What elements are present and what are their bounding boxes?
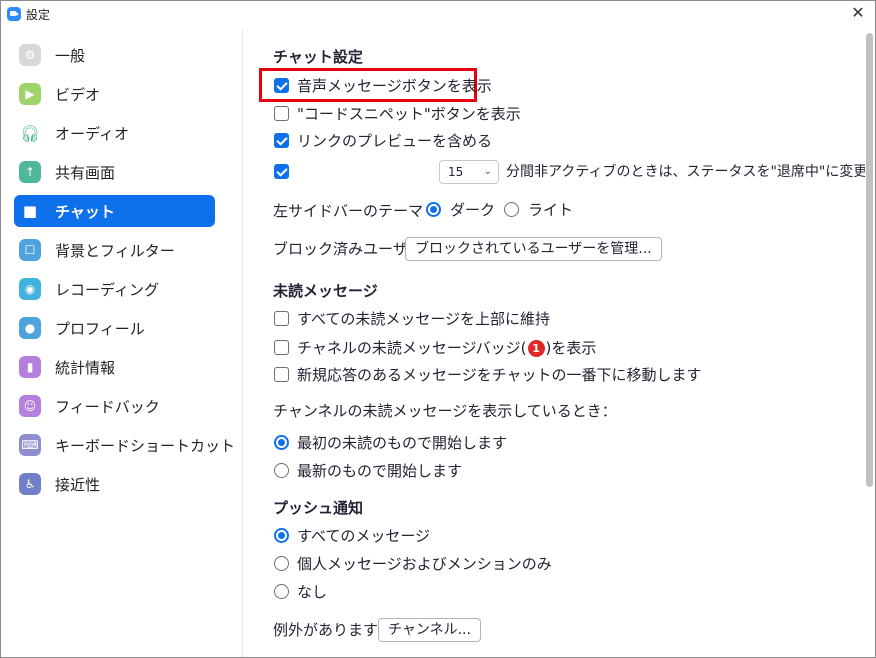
channel-exceptions-button[interactable]: チャンネル... <box>378 618 481 642</box>
manage-blocked-users-button[interactable]: ブロックされているユーザーを管理... <box>405 237 662 261</box>
code-snippet-label: "コードスニペット"ボタンを表示 <box>297 105 521 123</box>
video-camera-icon: ▶ <box>19 83 41 105</box>
sidebar-item-label: 共有画面 <box>55 164 116 182</box>
title-bar: 設定 ✕ <box>1 1 875 28</box>
push-none-radio[interactable] <box>274 584 289 599</box>
sidebar-item-label: 接近性 <box>55 476 101 494</box>
unread-badge-text-before: チャネルの未読メッセージバッジ( <box>297 339 527 357</box>
unread-view-label: チャンネルの未読メッセージを表示しているとき： <box>273 402 617 420</box>
push-private-radio[interactable] <box>274 556 289 571</box>
share-screen-icon: ↑ <box>19 161 41 183</box>
theme-light-radio[interactable] <box>504 202 519 217</box>
accessibility-icon: ♿ <box>19 473 41 495</box>
statistics-icon: ▮ <box>19 356 41 378</box>
chat-bubble-icon: ■ <box>22 202 38 220</box>
move-to-bottom-label: 新規応答のあるメッセージをチャットの一番下に移動します <box>297 366 702 384</box>
sidebar-item-chat[interactable]: ■ チャット <box>14 195 215 227</box>
sidebar-item-label: 一般 <box>55 47 86 65</box>
vertical-scrollbar[interactable] <box>865 29 874 657</box>
exceptions-label: 例外があります <box>273 621 379 639</box>
unread-section-title: 未読メッセージ <box>273 282 378 300</box>
sidebar-item-keyboard-shortcuts[interactable]: ⌨ キーボードショートカット <box>14 429 235 461</box>
close-icon[interactable]: ✕ <box>849 3 867 23</box>
unread-count-badge: 1 <box>527 340 545 357</box>
voice-message-label: 音声メッセージボタンを表示 <box>297 77 492 95</box>
sidebar-item-share-screen[interactable]: ↑ 共有画面 <box>14 156 215 188</box>
settings-window: 設定 ✕ ⚙ 一般 ▶ ビデオ 🎧︎ オーディオ ↑ 共有画面 ■ チャット ☐… <box>0 0 876 658</box>
theme-label: 左サイドバーのテーマ <box>273 202 424 220</box>
sidebar-item-background[interactable]: ☐ 背景とフィルター <box>14 234 215 266</box>
push-none-label: なし <box>297 583 328 601</box>
profile-icon: ● <box>19 317 41 339</box>
keep-unread-top-label: すべての未読メッセージを上部に維持 <box>297 310 551 328</box>
feedback-smile-icon: ☺ <box>19 395 41 417</box>
start-oldest-label: 最初の未読のもので開始します <box>297 434 508 452</box>
keyboard-icon: ⌨ <box>19 434 41 456</box>
keep-unread-top-checkbox[interactable] <box>274 311 289 326</box>
start-newest-label: 最新のもので開始します <box>297 462 463 480</box>
sidebar-item-profile[interactable]: ● プロフィール <box>14 312 215 344</box>
push-all-radio[interactable] <box>274 528 289 543</box>
sidebar-item-label: チャット <box>55 203 115 221</box>
start-oldest-radio[interactable] <box>274 435 289 450</box>
chat-settings-panel: チャット設定 音声メッセージボタンを表示 "コードスニペット"ボタンを表示 リン… <box>244 29 866 657</box>
sidebar-item-label: オーディオ <box>55 125 129 143</box>
background-icon: ☐ <box>19 239 41 261</box>
theme-dark-radio[interactable] <box>426 202 441 217</box>
window-title: 設定 <box>26 8 51 22</box>
unread-badge-checkbox[interactable] <box>274 340 289 355</box>
theme-light-label: ライト <box>528 201 574 219</box>
sidebar-item-accessibility[interactable]: ♿ 接近性 <box>14 468 215 500</box>
code-snippet-checkbox[interactable] <box>274 106 289 121</box>
sidebar-item-audio[interactable]: 🎧︎ オーディオ <box>14 117 215 149</box>
voice-message-checkbox[interactable] <box>274 78 289 93</box>
sidebar-item-feedback[interactable]: ☺ フィードバック <box>14 390 215 422</box>
sidebar-item-label: キーボードショートカット <box>55 437 236 455</box>
gear-icon: ⚙ <box>19 44 41 66</box>
idle-status-label: 分間非アクティブのときは、ステータスを"退席中"に変更する <box>506 164 866 180</box>
push-private-label: 個人メッセージおよびメンションのみ <box>297 555 552 573</box>
sidebar-item-recording[interactable]: ◉ レコーディング <box>14 273 215 305</box>
sidebar-item-general[interactable]: ⚙ 一般 <box>14 39 215 71</box>
zoom-logo-icon <box>7 7 21 21</box>
link-preview-checkbox[interactable] <box>274 133 289 148</box>
sidebar-item-video[interactable]: ▶ ビデオ <box>14 78 215 110</box>
push-all-label: すべてのメッセージ <box>297 527 431 545</box>
chevron-down-icon: ⌄ <box>483 166 492 177</box>
sidebar-item-label: 統計情報 <box>55 359 116 377</box>
sidebar-item-label: ビデオ <box>55 86 101 104</box>
theme-dark-label: ダーク <box>450 201 496 219</box>
move-to-bottom-checkbox[interactable] <box>274 367 289 382</box>
link-preview-label: リンクのプレビューを含める <box>297 132 493 150</box>
unread-badge-text-after: )を表示 <box>545 339 597 357</box>
sidebar-item-label: プロフィール <box>55 320 145 338</box>
record-icon: ◉ <box>19 278 41 300</box>
unread-badge-label: チャネルの未読メッセージバッジ(1)を表示 <box>297 337 596 358</box>
idle-minutes-value: 15 <box>448 165 464 179</box>
idle-status-checkbox[interactable] <box>274 164 289 179</box>
blocked-users-label: ブロック済みユーザー <box>273 240 423 258</box>
start-newest-radio[interactable] <box>274 463 289 478</box>
push-section-title: プッシュ通知 <box>273 499 364 517</box>
sidebar-item-label: フィードバック <box>55 398 160 416</box>
sidebar-item-label: 背景とフィルター <box>55 242 175 260</box>
sidebar-item-statistics[interactable]: ▮ 統計情報 <box>14 351 215 383</box>
chat-section-title: チャット設定 <box>273 48 363 66</box>
headphones-icon: 🎧︎ <box>19 122 41 144</box>
idle-minutes-select[interactable]: 15 ⌄ <box>439 160 499 184</box>
scroll-thumb[interactable] <box>866 33 873 487</box>
sidebar-item-label: レコーディング <box>55 281 159 299</box>
settings-sidebar: ⚙ 一般 ▶ ビデオ 🎧︎ オーディオ ↑ 共有画面 ■ チャット ☐ 背景とフ… <box>1 29 243 657</box>
